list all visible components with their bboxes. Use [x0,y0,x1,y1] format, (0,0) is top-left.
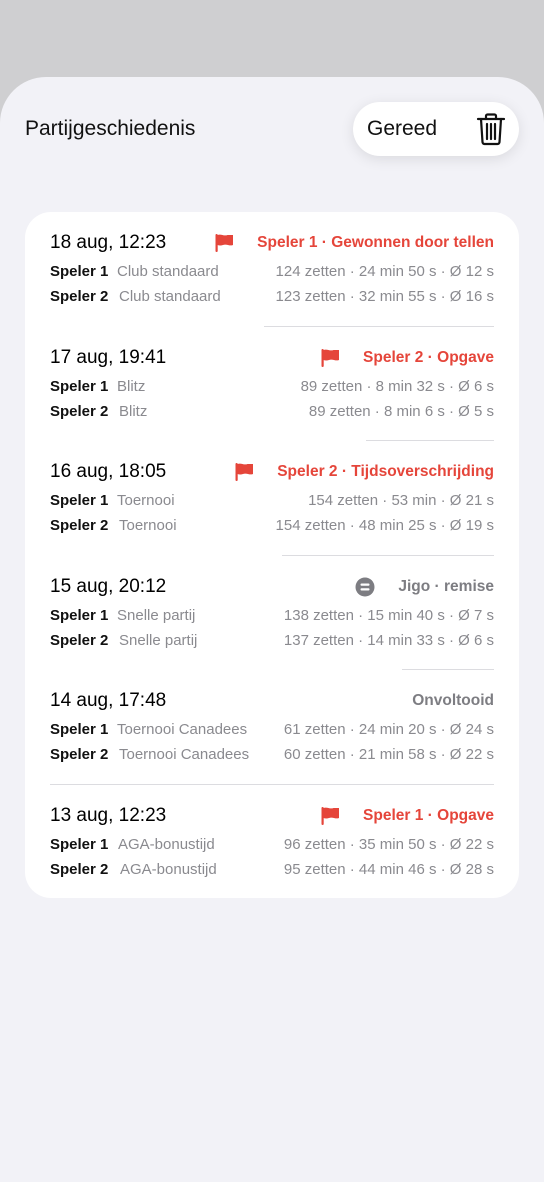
time-control: AGA-bonustijd [120,861,217,878]
game-result: Onvoltooid [412,692,494,710]
player-name: Speler 1 [50,377,109,395]
player-row: Speler 2 Snelle partij 137 zetten · 14 min… [50,632,494,652]
time-control: Toernooi [119,517,177,535]
player-stats: 95 zetten · 44 min 46 s · Ø 28 s [283,861,494,878]
game-result: Speler 2 · Opgave [363,348,494,366]
game-date: 13 aug, 12:23 [50,805,167,826]
player-name: Speler 2 [50,631,109,649]
page-title: Partijgeschiedenis [25,117,196,140]
history-sheet: Partijgeschiedenis Gereed 18 aug, 12:23 S… [0,77,544,1182]
flag-icon [235,463,254,482]
time-control: Club standaard [119,288,221,305]
player-name: Speler 1 [50,836,109,853]
trash-icon[interactable] [475,112,507,146]
player-row: Speler 1 Toernooi 154 zetten · 53 min · Ø … [50,492,494,512]
time-control: Club standaard [117,263,219,280]
player-stats: 96 zetten · 35 min 50 s · Ø 22 s [283,836,494,853]
player-stats: 89 zetten · 8 min 32 s · Ø 6 s [300,377,494,395]
player-stats: 154 zetten · 48 min 25 s · Ø 19 s [275,517,494,535]
game-row[interactable]: 18 aug, 12:23 Speler 1 · Gewonnen door te… [25,212,519,327]
flag-icon [215,234,234,252]
game-history-list: 18 aug, 12:23 Speler 1 · Gewonnen door te… [25,212,519,898]
time-control: Snelle partij [117,606,196,624]
flag-icon [321,807,340,825]
game-date: 14 aug, 17:48 [50,690,167,712]
time-control: Blitz [119,402,148,420]
header: Partijgeschiedenis Gereed [0,77,544,187]
player-stats: 138 zetten · 15 min 40 s · Ø 7 s [283,606,494,624]
game-result: Speler 1 · Opgave [363,807,494,824]
game-date: 16 aug, 18:05 [50,461,167,483]
player-name: Speler 2 [50,746,109,764]
game-result: Speler 1 · Gewonnen door tellen [257,234,494,251]
time-control: AGA-bonustijd [118,836,215,853]
equal-circle-icon [355,577,375,597]
player-stats: 123 zetten · 32 min 55 s · Ø 16 s [275,288,494,305]
player-row: Speler 1 AGA-bonustijd 96 zetten · 35 min … [50,836,494,856]
game-row[interactable]: 15 aug, 20:12 Jigo · remise Speler 1 Snelle… [25,556,519,671]
time-control: Toernooi Canadees [119,746,250,764]
player-name: Speler 1 [50,721,109,739]
player-row: Speler 1 Club standaard 124 zetten · 24 mi… [50,263,494,283]
time-control: Toernooi [117,492,175,510]
game-row[interactable]: 17 aug, 19:41 Speler 2 · Opgave Speler 1 Bl… [25,327,519,442]
player-stats: 137 zetten · 14 min 33 s · Ø 6 s [283,631,494,649]
game-row[interactable]: 16 aug, 18:05 Speler 2 · Tijdsoverschrijd… [25,441,519,556]
player-stats: 60 zetten · 21 min 58 s · Ø 22 s [283,746,494,764]
player-name: Speler 2 [50,402,109,420]
done-button[interactable]: Gereed [367,117,437,141]
player-row: Speler 2 AGA-bonustijd 95 zetten · 44 min … [50,861,494,881]
player-name: Speler 2 [50,517,109,535]
game-row[interactable]: 14 aug, 17:48 Onvoltooid Speler 1 Toernooi … [25,670,519,785]
toolbar-pill: Gereed [353,102,519,156]
player-name: Speler 2 [50,288,109,305]
player-stats: 124 zetten · 24 min 50 s · Ø 12 s [275,263,494,280]
player-row: Speler 1 Snelle partij 138 zetten · 15 min… [50,607,494,627]
player-row: Speler 1 Blitz 89 zetten · 8 min 32 s · Ø … [50,378,494,398]
time-control: Blitz [117,377,146,395]
player-name: Speler 1 [50,263,109,280]
time-control: Snelle partij [119,631,198,649]
player-stats: 89 zetten · 8 min 6 s · Ø 5 s [308,402,494,420]
game-date: 17 aug, 19:41 [50,346,167,368]
player-name: Speler 1 [50,492,109,510]
player-row: Speler 1 Toernooi Canadees 61 zetten · 24 … [50,721,494,741]
game-row[interactable]: 13 aug, 12:23 Speler 1 · Opgave Speler 1 AG… [25,785,519,898]
player-name: Speler 2 [50,861,109,878]
game-result: Jigo · remise [398,577,494,595]
game-date: 15 aug, 20:12 [50,575,167,597]
player-row: Speler 2 Blitz 89 zetten · 8 min 6 s · Ø 5… [50,403,494,423]
player-row: Speler 2 Toernooi Canadees 60 zetten · 21 … [50,746,494,766]
time-control: Toernooi Canadees [117,721,248,739]
player-row: Speler 2 Club standaard 123 zetten · 32 mi… [50,288,494,308]
player-stats: 61 zetten · 24 min 20 s · Ø 24 s [283,721,494,739]
player-stats: 154 zetten · 53 min · Ø 21 s [308,492,494,510]
player-row: Speler 2 Toernooi 154 zetten · 48 min 25 s… [50,517,494,537]
player-name: Speler 1 [50,606,109,624]
game-result: Speler 2 · Tijdsoverschrijding [277,463,494,481]
game-date: 18 aug, 12:23 [50,232,167,253]
flag-icon [321,348,340,367]
